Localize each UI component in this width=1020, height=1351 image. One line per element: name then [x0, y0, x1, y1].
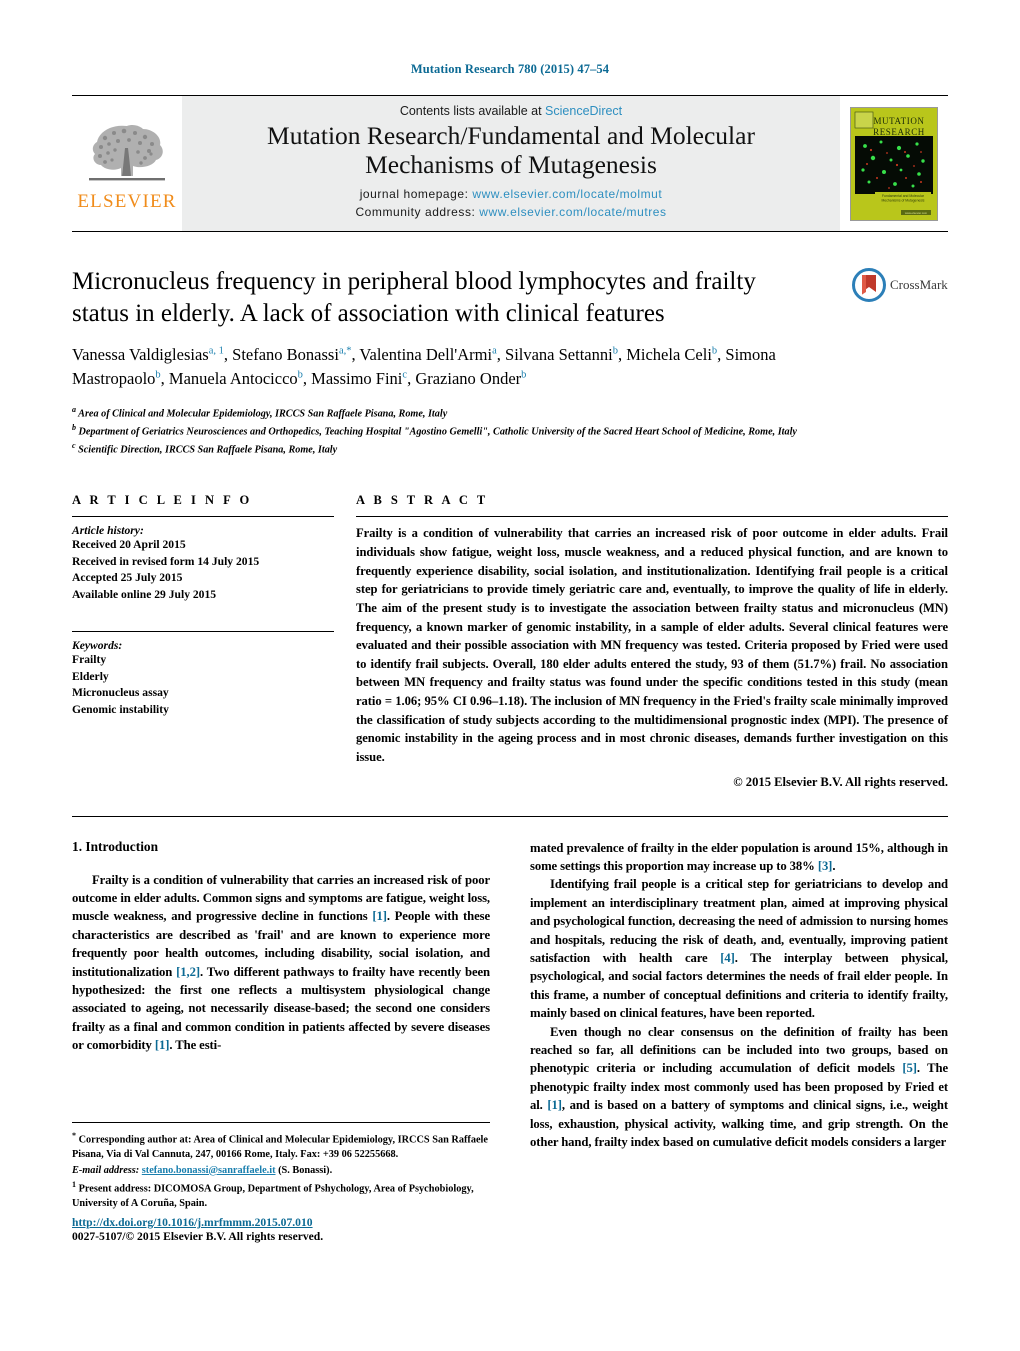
abstract-rule — [356, 516, 948, 518]
author-list: Vanessa Valdiglesiasa, 1, Stefano Bonass… — [72, 345, 776, 388]
svg-text:Mechanisms of Mutagenesis: Mechanisms of Mutagenesis — [882, 198, 925, 202]
affiliation-a: a Area of Clinical and Molecular Epidemi… — [72, 404, 948, 422]
paragraph-intro-1: Frailty is a condition of vulnerability … — [72, 872, 490, 1053]
contents-available-line: Contents lists available at ScienceDirec… — [400, 104, 622, 118]
keywords-rule — [72, 631, 334, 633]
footer-block: http://dx.doi.org/10.1016/j.mrfmmm.2015.… — [72, 1216, 502, 1243]
affiliation-list: a Area of Clinical and Molecular Epidemi… — [72, 404, 948, 458]
affiliation-marker-a: a — [72, 404, 76, 414]
article-page: Mutation Research 780 (2015) 47–54 ELSEV… — [0, 0, 1020, 1351]
journal-urls: journal homepage: www.elsevier.com/locat… — [355, 186, 666, 221]
elsevier-tree-icon — [89, 125, 165, 181]
article-info-rule — [72, 516, 334, 518]
crossmark-label: CrossMark — [890, 277, 948, 292]
svg-text:MUTATION: MUTATION — [873, 116, 924, 126]
journal-title-line1: Mutation Research/Fundamental and Molecu… — [267, 121, 755, 151]
email-suffix: (S. Bonassi). — [278, 1164, 333, 1176]
footnote-corresponding-author: * Corresponding author at: Area of Clini… — [72, 1131, 488, 1161]
journal-cover-image: MUTATION RESEARCH Fundamental and Molecu… — [850, 106, 938, 221]
elsevier-logo: ELSEVIER — [72, 96, 182, 231]
journal-masthead: ELSEVIER Contents lists available at Sci… — [72, 95, 948, 232]
community-address-url[interactable]: www.elsevier.com/locate/mutres — [479, 205, 666, 219]
keywords-label: Keywords: — [72, 639, 123, 653]
journal-title: Mutation Research/Fundamental and Molecu… — [267, 121, 755, 179]
affiliation-c: c Scientific Direction, IRCCS San Raffae… — [72, 440, 948, 458]
contents-prefix: Contents lists available at — [399, 104, 546, 119]
abstract-column: A B S T R A C T Frailty is a condition o… — [356, 493, 948, 789]
sciencedirect-link[interactable]: ScienceDirect — [545, 104, 622, 118]
article-history-label: Article history: — [72, 524, 144, 538]
journal-title-line2: Mechanisms of Mutagenesis — [365, 150, 657, 180]
abstract-copyright: © 2015 Elsevier B.V. All rights reserved… — [733, 774, 948, 789]
section-heading-introduction: 1. Introduction — [72, 838, 159, 854]
info-abstract-row: A R T I C L E I N F O Article history: R… — [72, 493, 948, 789]
affiliation-b: b Department of Geriatrics Neurosciences… — [72, 422, 948, 440]
affiliation-text-a: Area of Clinical and Molecular Epidemiol… — [78, 408, 448, 420]
email-link[interactable]: stefano.bonassi@sanraffaele.it — [142, 1165, 276, 1176]
crossmark-badge[interactable]: CrossMark — [852, 268, 948, 302]
footnote-block: * Corresponding author at: Area of Clini… — [72, 1122, 490, 1213]
email-label: E-mail address: — [72, 1164, 140, 1176]
masthead-center: Contents lists available at ScienceDirec… — [182, 96, 840, 231]
svg-text:RESEARCH: RESEARCH — [873, 127, 925, 137]
journal-homepage-label: journal homepage: — [359, 187, 469, 202]
page-title: Micronucleus frequency in peripheral blo… — [72, 268, 756, 327]
history-accepted: Accepted 25 July 2015 — [72, 571, 183, 585]
elsevier-wordmark: ELSEVIER — [77, 191, 177, 212]
title-block: CrossMark Micronucleus frequency in peri… — [72, 266, 948, 457]
footnote-present-address: 1 Present address: DICOMOSA Group, Depar… — [72, 1180, 474, 1210]
keyword-micronucleus-assay: Micronucleus assay — [72, 686, 169, 700]
paragraph-intro-2: Identifying frail people is a critical s… — [530, 877, 948, 1021]
body-columns: 1. Introduction Frailty is a condition o… — [72, 815, 948, 1152]
svg-text:Fundamental and Molecular: Fundamental and Molecular — [882, 194, 925, 198]
journal-homepage-line: journal homepage: www.elsevier.com/locat… — [355, 186, 666, 203]
history-received: Received 20 April 2015 — [72, 538, 186, 552]
footnote-email: E-mail address: stefano.bonassi@sanraffa… — [72, 1164, 490, 1179]
paragraph-intro-1-cont: mated prevalence of frailty in the elder… — [530, 840, 948, 873]
keyword-frailty: Frailty — [72, 653, 107, 667]
affiliation-marker-c: c — [72, 440, 76, 450]
article-info-column: A R T I C L E I N F O Article history: R… — [72, 493, 334, 789]
paragraph-intro-3: Even though no clear consensus on the de… — [530, 1024, 949, 1150]
journal-cover-thumbnail: MUTATION RESEARCH Fundamental and Molecu… — [840, 96, 948, 231]
issn-copyright-line: 0027-5107/© 2015 Elsevier B.V. All right… — [72, 1230, 324, 1243]
svg-text:www.elsevier.com: www.elsevier.com — [905, 210, 928, 214]
community-address-label: Community address: — [355, 204, 476, 219]
doi-link[interactable]: http://dx.doi.org/10.1016/j.mrfmmm.2015.… — [72, 1216, 502, 1229]
history-online: Available online 29 July 2015 — [72, 587, 217, 601]
abstract-text: Frailty is a condition of vulnerability … — [356, 526, 948, 764]
body-column-right: mated prevalence of frailty in the elder… — [530, 839, 948, 1152]
affiliation-marker-b: b — [72, 422, 76, 432]
crossmark-icon — [852, 268, 886, 302]
abstract-heading: A B S T R A C T — [356, 493, 489, 508]
running-head: Mutation Research 780 (2015) 47–54 — [410, 62, 610, 76]
keyword-genomic-instability: Genomic instability — [72, 702, 169, 716]
article-info-heading: A R T I C L E I N F O — [72, 493, 253, 508]
journal-homepage-url[interactable]: www.elsevier.com/locate/molmut — [472, 187, 662, 201]
body-column-left: 1. Introduction Frailty is a condition o… — [72, 839, 490, 1152]
community-address-line: Community address: www.elsevier.com/loca… — [355, 204, 666, 221]
history-revised: Received in revised form 14 July 2015 — [72, 554, 260, 568]
affiliation-text-b: Department of Geriatrics Neurosciences a… — [78, 426, 797, 438]
keyword-elderly: Elderly — [72, 669, 109, 683]
affiliation-text-c: Scientific Direction, IRCCS San Raffaele… — [78, 443, 338, 455]
